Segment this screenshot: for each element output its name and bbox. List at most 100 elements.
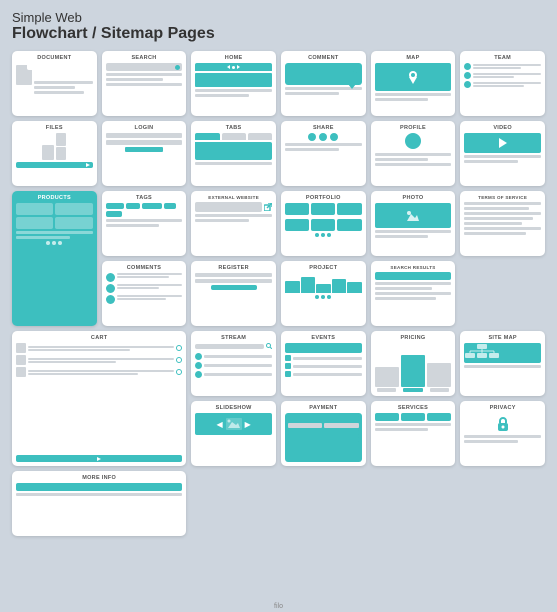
line — [285, 148, 339, 151]
remove-icon[interactable] — [176, 369, 182, 375]
pricing-btn[interactable] — [430, 388, 449, 392]
tag[interactable] — [106, 203, 124, 209]
next-arrow-icon[interactable]: ▶ — [245, 420, 251, 429]
prev-arrow-icon[interactable]: ◀ — [217, 420, 223, 429]
services-blocks — [375, 413, 452, 421]
chart-bar — [347, 282, 362, 293]
name-field[interactable] — [288, 430, 359, 435]
label-terms: TERMS OF SERVICE — [478, 195, 527, 200]
portfolio-item[interactable] — [337, 203, 361, 215]
comment-bubble — [285, 63, 362, 85]
line — [473, 64, 541, 66]
search-bar[interactable] — [106, 63, 183, 71]
file-btn[interactable] — [16, 162, 93, 168]
tag[interactable] — [126, 203, 140, 209]
portfolio-item[interactable] — [311, 219, 335, 231]
pay-button[interactable] — [288, 437, 359, 442]
card-inner-search — [106, 63, 183, 112]
pricing-btn[interactable] — [377, 388, 396, 392]
register-button[interactable] — [211, 285, 257, 290]
password-field[interactable] — [106, 140, 183, 145]
remove-icon[interactable] — [176, 345, 182, 351]
card-services: ServICES — [371, 401, 456, 466]
remove-icon[interactable] — [176, 357, 182, 363]
label-project: PROJECT — [309, 265, 337, 271]
service-block[interactable] — [427, 413, 451, 421]
portfolio-item[interactable] — [337, 219, 361, 231]
dot — [315, 233, 319, 237]
card-inner-profile — [375, 133, 452, 182]
home-dot — [232, 66, 235, 69]
line — [375, 428, 429, 431]
line — [464, 155, 541, 158]
title-line1: Simple Web — [12, 10, 545, 25]
dot — [46, 241, 50, 245]
line — [195, 219, 249, 222]
products-grid — [16, 203, 93, 229]
event-checkbox[interactable] — [285, 363, 291, 369]
line — [464, 440, 518, 443]
product-item[interactable] — [55, 217, 92, 229]
forward-arrow-icon — [237, 65, 240, 69]
line — [464, 227, 541, 230]
portfolio-item[interactable] — [311, 203, 335, 215]
event-item — [285, 363, 362, 369]
card-number-field[interactable] — [288, 416, 359, 421]
event-checkbox[interactable] — [285, 355, 291, 361]
label-register: REGISTER — [218, 265, 249, 271]
service-block[interactable] — [401, 413, 425, 421]
card-inner-cart — [16, 343, 182, 462]
checkout-button[interactable] — [16, 455, 182, 462]
dot — [58, 241, 62, 245]
search-bar[interactable] — [195, 344, 264, 349]
line — [106, 219, 183, 222]
product-item[interactable] — [16, 203, 53, 215]
line — [28, 370, 174, 372]
line — [195, 214, 272, 217]
tab-active[interactable] — [195, 133, 219, 140]
card-inner-register — [195, 273, 272, 322]
share-icon-1[interactable] — [308, 133, 316, 141]
label-products: PRODUCTS — [38, 195, 71, 201]
card-slideshow: SLIDESHOW ◀ ▶ — [191, 401, 276, 466]
cvv-field[interactable] — [324, 423, 358, 428]
line — [464, 222, 521, 225]
portfolio-item[interactable] — [285, 219, 309, 231]
line — [16, 231, 93, 234]
service-block[interactable] — [375, 413, 399, 421]
share-icons — [285, 133, 362, 141]
product-item[interactable] — [16, 217, 53, 229]
slide-dot[interactable] — [232, 439, 235, 442]
tab-item[interactable] — [222, 133, 246, 140]
back-arrow-icon — [227, 65, 230, 69]
tag[interactable] — [106, 211, 122, 217]
pricing-col — [401, 355, 425, 392]
portfolio-item[interactable] — [285, 203, 309, 215]
label-photo: PHOTO — [403, 195, 424, 201]
slide-dot[interactable] — [237, 439, 240, 442]
share-icon-3[interactable] — [330, 133, 338, 141]
tag[interactable] — [142, 203, 162, 209]
line — [106, 78, 164, 81]
dot — [327, 233, 331, 237]
label-services: ServICES — [398, 405, 428, 411]
product-item[interactable] — [55, 203, 92, 215]
cart-item — [16, 355, 182, 365]
expiry-field[interactable] — [288, 423, 322, 428]
username-field[interactable] — [106, 133, 183, 138]
login-button[interactable] — [125, 147, 163, 152]
more-info-button[interactable] — [16, 483, 182, 491]
card-search-results: SEARCH RESULTS — [371, 261, 456, 326]
tag[interactable] — [164, 203, 176, 209]
profile-avatar — [405, 133, 421, 149]
label-map: MAP — [406, 55, 419, 61]
video-area[interactable] — [464, 133, 541, 153]
sitemap-icon — [464, 343, 500, 361]
portfolio-grid — [285, 203, 362, 215]
tab-item[interactable] — [248, 133, 272, 140]
slide-dot[interactable] — [227, 439, 230, 442]
pricing-btn[interactable] — [403, 388, 422, 392]
card-inner-files — [16, 133, 93, 182]
share-icon-2[interactable] — [319, 133, 327, 141]
event-checkbox[interactable] — [285, 371, 291, 377]
